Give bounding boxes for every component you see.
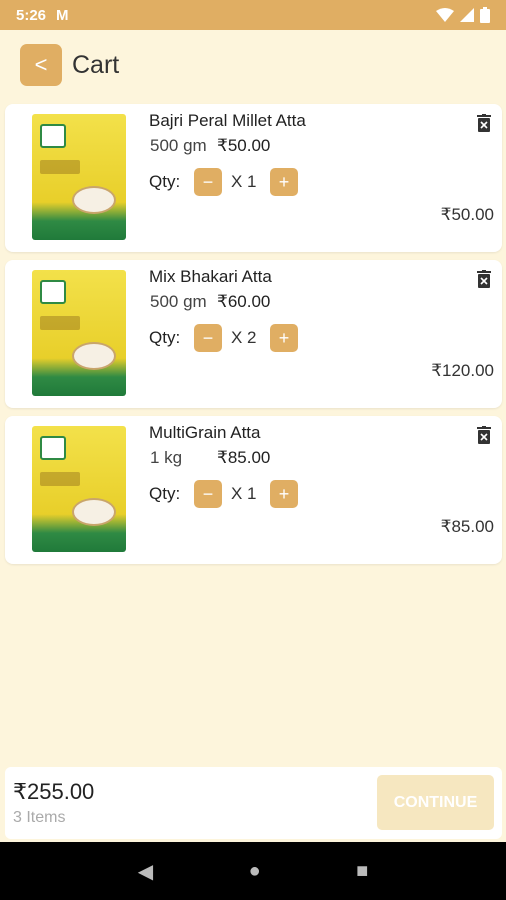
product-price: ₹50.00 [217,136,271,155]
delete-icon[interactable] [476,270,492,288]
back-icon: < [34,52,48,77]
item-count: 3 Items [13,809,66,826]
product-name: Bajri Peral Millet Atta [149,111,306,130]
status-bar: 5:26 M [0,0,506,30]
delete-icon[interactable] [476,426,492,444]
decrease-qty-button[interactable]: − [194,168,222,196]
wifi-icon [436,8,454,22]
back-button[interactable]: < [20,44,62,86]
cart-total: ₹255.00 [13,779,95,804]
line-total: ₹120.00 [431,361,494,380]
product-size: 500 gm [150,136,207,155]
increase-qty-button[interactable]: + [270,168,298,196]
product-size: 1 kg [150,448,183,467]
decrease-qty-button[interactable]: − [194,480,222,508]
page-title: Cart [72,50,120,79]
mail-icon: M [56,6,69,24]
decrease-qty-button[interactable]: − [194,324,222,352]
qty-value: X 2 [231,328,257,347]
nav-back-icon[interactable]: ◀ [138,859,153,884]
product-image [32,426,126,552]
qty-label: Qty: [149,328,181,347]
product-size: 500 gm [150,292,207,311]
continue-button[interactable]: CONTINUE [377,775,494,830]
line-total: ₹85.00 [440,517,494,536]
status-time: 5:26 [16,6,47,24]
signal-icon [460,8,474,22]
qty-label: Qty: [149,484,181,503]
increase-qty-button[interactable]: + [270,324,298,352]
nav-recents-icon[interactable]: ■ [356,860,368,883]
cart-item: MultiGrain Atta 1 kg ₹85.00 Qty: − X 1 +… [5,416,502,564]
product-name: Mix Bhakari Atta [149,267,272,286]
qty-label: Qty: [149,172,181,191]
line-total: ₹50.00 [440,205,494,224]
checkout-bar: ₹255.00 3 Items CONTINUE [5,767,502,839]
qty-value: X 1 [231,172,257,191]
delete-icon[interactable] [476,114,492,132]
product-name: MultiGrain Atta [149,423,261,442]
product-image [32,270,126,396]
product-image [32,114,126,240]
qty-value: X 1 [231,484,257,503]
product-price: ₹60.00 [217,292,271,311]
nav-home-icon[interactable]: ● [249,860,261,883]
product-price: ₹85.00 [217,448,271,467]
app-bar: < Cart [0,30,506,100]
battery-icon [480,7,490,23]
cart-item: Mix Bhakari Atta 500 gm ₹60.00 Qty: − X … [5,260,502,408]
system-nav-bar: ◀ ● ■ [0,842,506,900]
cart-item: Bajri Peral Millet Atta 500 gm ₹50.00 Qt… [5,104,502,252]
status-icons [436,7,490,23]
increase-qty-button[interactable]: + [270,480,298,508]
